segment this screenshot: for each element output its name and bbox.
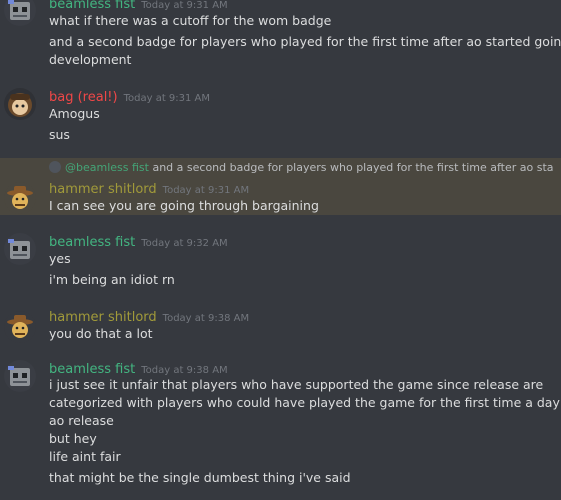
message-text: life aint fair	[49, 449, 121, 464]
username[interactable]: beamless fist	[49, 0, 135, 12]
message-text: Amogus	[49, 106, 100, 121]
message-text: I can see you are going through bargaini…	[49, 198, 319, 213]
avatar-beamless-fist[interactable]	[4, 360, 36, 392]
chat-message-list: beamless fist Today at 9:31 AM what if th…	[0, 0, 561, 500]
avatar-beamless-fist[interactable]	[4, 0, 36, 26]
avatar-hammer-shitlord[interactable]	[4, 182, 36, 214]
timestamp: Today at 9:31 AM	[141, 0, 228, 11]
message-text: sus	[49, 127, 70, 142]
message-text: you do that a lot	[49, 326, 153, 341]
reply-preview[interactable]: @beamless fist and a second badge for pl…	[49, 161, 554, 175]
reply-text: and a second badge for players who playe…	[152, 161, 554, 174]
timestamp: Today at 9:32 AM	[141, 238, 228, 249]
username[interactable]: beamless fist	[49, 362, 135, 377]
timestamp: Today at 9:38 AM	[162, 313, 250, 324]
message-text: categorized with players who could have …	[49, 395, 561, 410]
avatar-hammer-shitlord[interactable]	[4, 311, 36, 343]
message-text: but hey	[49, 431, 97, 446]
message-text: yes	[49, 251, 71, 266]
message-text: and a second badge for players who playe…	[49, 34, 561, 49]
message-text: that might be the single dumbest thing i…	[49, 470, 351, 485]
username[interactable]: bag (real!)	[49, 90, 118, 105]
avatar-beamless-fist[interactable]	[4, 233, 36, 265]
message-header: beamless fist Today at 9:32 AM	[49, 232, 228, 253]
reply-username[interactable]: @beamless fist	[65, 161, 149, 174]
reply-avatar-icon	[49, 161, 61, 173]
message-text: i'm being an idiot rn	[49, 272, 175, 287]
username[interactable]: hammer shitlord	[49, 310, 157, 325]
avatar-bag-real[interactable]	[4, 88, 36, 120]
message-text: i just see it unfair that players who ha…	[49, 377, 544, 392]
username[interactable]: beamless fist	[49, 235, 135, 250]
message-text: what if there was a cutoff for the wom b…	[49, 13, 332, 28]
timestamp: Today at 9:38 AM	[141, 365, 228, 376]
message-text: development	[49, 52, 132, 67]
message-text: ao release	[49, 413, 114, 428]
timestamp: Today at 9:31 AM	[123, 93, 211, 104]
timestamp: Today at 9:31 AM	[162, 185, 250, 196]
username[interactable]: hammer shitlord	[49, 182, 157, 197]
